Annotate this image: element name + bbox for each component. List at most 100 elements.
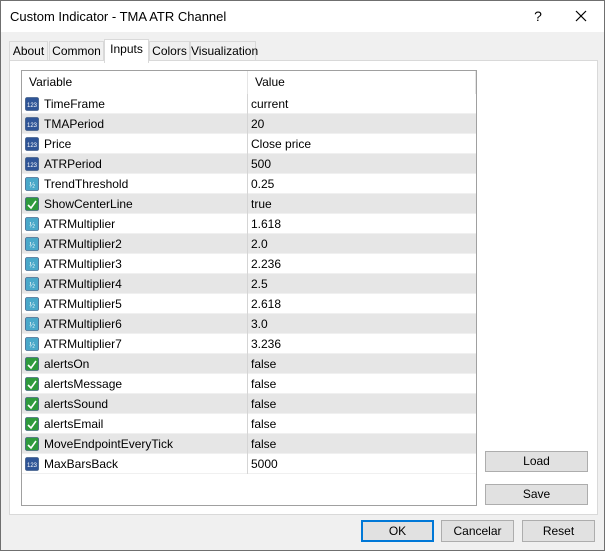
double-type-icon: ½ <box>25 217 39 231</box>
table-row[interactable]: ½ ATRMultiplier 1.618 <box>22 214 476 234</box>
table-row[interactable]: MoveEndpointEveryTick false <box>22 434 476 454</box>
bool-type-icon <box>25 357 39 371</box>
tab-common[interactable]: Common <box>49 41 104 61</box>
header-separator[interactable] <box>475 71 476 94</box>
double-type-icon: ½ <box>25 277 39 291</box>
variable-value[interactable]: 2.236 <box>251 254 281 274</box>
variable-value[interactable]: 2.5 <box>251 274 268 294</box>
svg-text:123: 123 <box>27 123 38 129</box>
variable-value[interactable]: current <box>251 94 288 114</box>
table-row[interactable]: alertsSound false <box>22 394 476 414</box>
tab-inputs[interactable]: Inputs <box>104 39 149 63</box>
double-type-icon: ½ <box>25 297 39 311</box>
variable-value[interactable]: 3.0 <box>251 314 268 334</box>
double-type-icon: ½ <box>25 257 39 271</box>
table-row[interactable]: ½ ATRMultiplier3 2.236 <box>22 254 476 274</box>
cancel-button[interactable]: Cancelar <box>441 520 514 542</box>
variable-value[interactable]: 20 <box>251 114 264 134</box>
tab-visualization[interactable]: Visualization <box>190 41 258 61</box>
table-row[interactable]: ½ TrendThreshold 0.25 <box>22 174 476 194</box>
variable-value[interactable]: 5000 <box>251 454 278 474</box>
svg-text:½: ½ <box>29 241 35 250</box>
variable-name: ShowCenterLine <box>44 197 133 211</box>
title-bar: Custom Indicator - TMA ATR Channel ? <box>1 1 604 32</box>
variable-name: TimeFrame <box>44 97 105 111</box>
table-row[interactable]: ShowCenterLine true <box>22 194 476 214</box>
variable-name: ATRPeriod <box>44 157 102 171</box>
column-divider <box>247 354 248 374</box>
save-button[interactable]: Save <box>485 484 588 505</box>
variable-name: TMAPeriod <box>44 117 105 131</box>
window-title: Custom Indicator - TMA ATR Channel <box>10 9 227 24</box>
table-row[interactable]: ½ ATRMultiplier7 3.236 <box>22 334 476 354</box>
ok-button[interactable]: OK <box>361 520 434 542</box>
column-divider <box>247 394 248 414</box>
variable-value[interactable]: false <box>251 394 276 414</box>
column-divider <box>247 234 248 254</box>
reset-button[interactable]: Reset <box>522 520 595 542</box>
variable-name: ATRMultiplier4 <box>44 277 122 291</box>
int-type-icon: 123 <box>25 137 39 151</box>
variable-value[interactable]: 500 <box>251 154 271 174</box>
grid-header: Variable Value <box>22 71 476 94</box>
column-divider <box>247 254 248 274</box>
double-type-icon: ½ <box>25 337 39 351</box>
variable-value[interactable]: 0.25 <box>251 174 274 194</box>
table-row[interactable]: ½ ATRMultiplier5 2.618 <box>22 294 476 314</box>
bool-type-icon <box>25 397 39 411</box>
svg-text:½: ½ <box>29 261 35 270</box>
svg-text:½: ½ <box>29 181 35 190</box>
svg-text:123: 123 <box>27 463 38 469</box>
variable-value[interactable]: Close price <box>251 134 311 154</box>
variable-name: alertsSound <box>44 397 109 411</box>
table-row[interactable]: ½ ATRMultiplier4 2.5 <box>22 274 476 294</box>
variable-value[interactable]: 2.618 <box>251 294 281 314</box>
variable-value[interactable]: false <box>251 414 276 434</box>
bool-type-icon <box>25 437 39 451</box>
variable-value[interactable]: 2.0 <box>251 234 268 254</box>
table-row[interactable]: 123 TMAPeriod 20 <box>22 114 476 134</box>
svg-text:½: ½ <box>29 341 35 350</box>
help-button[interactable]: ? <box>525 4 551 28</box>
variable-name: ATRMultiplier6 <box>44 317 122 331</box>
header-value[interactable]: Value <box>248 71 285 94</box>
variable-name: ATRMultiplier3 <box>44 257 122 271</box>
close-icon <box>575 10 587 22</box>
svg-text:123: 123 <box>27 163 38 169</box>
column-divider <box>247 454 248 474</box>
column-divider <box>247 94 248 114</box>
inputs-panel: Variable Value 123 TimeFrame current 123 TMA… <box>9 60 598 515</box>
table-row[interactable]: alertsEmail false <box>22 414 476 434</box>
table-row[interactable]: alertsOn false <box>22 354 476 374</box>
load-button[interactable]: Load <box>485 451 588 472</box>
table-row[interactable]: 123 TimeFrame current <box>22 94 476 114</box>
close-button[interactable] <box>567 4 595 28</box>
variable-value[interactable]: false <box>251 374 276 394</box>
table-row[interactable]: ½ ATRMultiplier2 2.0 <box>22 234 476 254</box>
variable-name: ATRMultiplier7 <box>44 337 122 351</box>
table-row[interactable]: ½ ATRMultiplier6 3.0 <box>22 314 476 334</box>
variable-name: Price <box>44 137 72 151</box>
table-row[interactable]: 123 MaxBarsBack 5000 <box>22 454 476 474</box>
column-divider <box>247 194 248 214</box>
header-variable[interactable]: Variable <box>22 71 72 94</box>
variable-value[interactable]: false <box>251 354 276 374</box>
variable-name: ATRMultiplier <box>44 217 116 231</box>
variable-value[interactable]: 1.618 <box>251 214 281 234</box>
variable-value[interactable]: 3.236 <box>251 334 281 354</box>
column-divider <box>247 294 248 314</box>
tab-colors[interactable]: Colors <box>149 41 190 61</box>
variable-name: ATRMultiplier5 <box>44 297 122 311</box>
svg-text:123: 123 <box>27 103 38 109</box>
column-divider <box>247 154 248 174</box>
column-divider <box>247 434 248 454</box>
tab-about[interactable]: About <box>9 41 48 61</box>
column-divider <box>247 174 248 194</box>
table-row[interactable]: 123 Price Close price <box>22 134 476 154</box>
variable-name: ATRMultiplier2 <box>44 237 122 251</box>
table-row[interactable]: alertsMessage false <box>22 374 476 394</box>
variable-value[interactable]: true <box>251 194 272 214</box>
table-row[interactable]: 123 ATRPeriod 500 <box>22 154 476 174</box>
variable-value[interactable]: false <box>251 434 276 454</box>
int-type-icon: 123 <box>25 117 39 131</box>
